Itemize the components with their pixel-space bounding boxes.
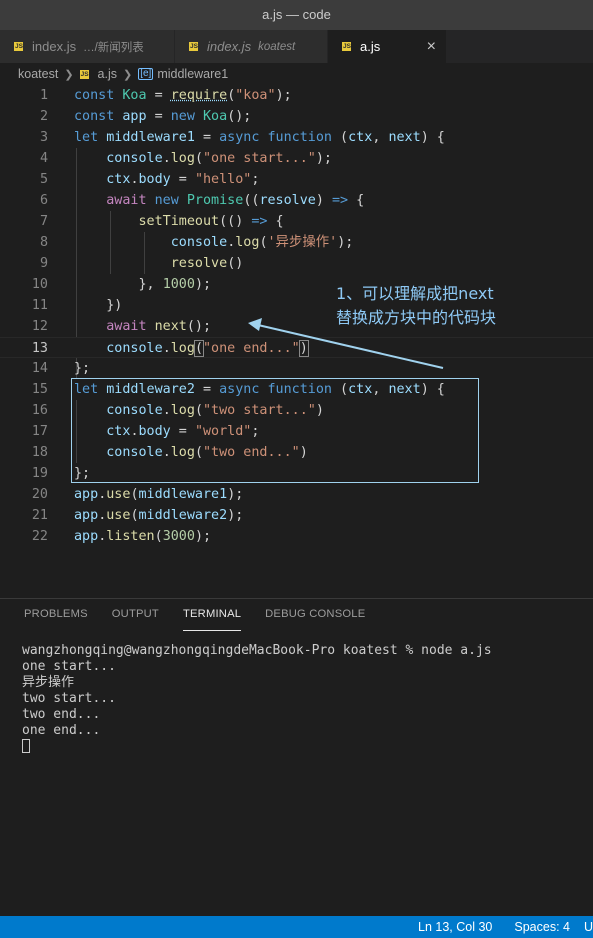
tab-label: index.js — [207, 39, 252, 54]
breadcrumb: koatest ❯ JS a.js ❯ [e] middleware1 — [0, 63, 593, 85]
js-file-icon: JS — [14, 42, 23, 51]
tab-label: a.js — [360, 39, 381, 54]
annotation-line-1: 1、可以理解成把next — [336, 284, 494, 303]
breadcrumb-file[interactable]: a.js — [98, 67, 117, 81]
variable-symbol-icon: [e] — [138, 68, 154, 80]
terminal-output[interactable]: wangzhongqing@wangzhongqingdeMacBook-Pro… — [22, 643, 492, 756]
tab-description: koatest — [258, 40, 296, 53]
tab-terminal[interactable]: TERMINAL — [182, 599, 242, 631]
terminal-line: two end... — [22, 707, 101, 722]
close-icon[interactable]: × — [427, 38, 436, 56]
breadcrumb-folder[interactable]: koatest — [18, 67, 58, 81]
terminal-line: one end... — [22, 723, 101, 738]
terminal-cursor — [22, 739, 30, 753]
status-bar: Ln 13, Col 30 Spaces: 4 U — [0, 916, 593, 938]
tab-problems[interactable]: PROBLEMS — [24, 599, 88, 631]
tab-index-js-koatest[interactable]: JS index.js koatest — [175, 30, 328, 63]
tab-output[interactable]: OUTPUT — [112, 599, 159, 631]
panel-tab-bar: PROBLEMS OUTPUT TERMINAL DEBUG CONSOLE — [0, 599, 593, 631]
tab-debug-console[interactable]: DEBUG CONSOLE — [265, 599, 365, 631]
terminal-line: 异步操作 — [22, 675, 75, 690]
chevron-right-icon: ❯ — [122, 68, 133, 81]
annotation-note: 1、可以理解成把next 替换成方块中的代码块 — [336, 282, 496, 330]
chevron-right-icon: ❯ — [64, 68, 74, 81]
encoding-setting[interactable]: U — [584, 920, 593, 934]
tab-label: index.js — [32, 39, 77, 54]
terminal-line: two start... — [22, 691, 116, 706]
terminal-line: one start... — [22, 659, 116, 674]
tab-description: …/新闻列表 — [83, 41, 144, 54]
indentation-setting[interactable]: Spaces: 4 — [514, 920, 570, 934]
annotation-line-2: 替换成方块中的代码块 — [336, 308, 497, 327]
cursor-position[interactable]: Ln 13, Col 30 — [418, 920, 492, 934]
js-file-icon: JS — [189, 42, 198, 51]
annotation-arrow — [248, 318, 444, 369]
breadcrumb-symbol[interactable]: middleware1 — [157, 67, 228, 81]
editor-tab-bar: JS index.js …/新闻列表 JS index.js koatest J… — [0, 30, 593, 63]
js-file-icon: JS — [79, 69, 89, 79]
tab-a-js[interactable]: JS a.js × — [328, 30, 447, 63]
terminal-line: wangzhongqing@wangzhongqingdeMacBook-Pro… — [22, 643, 492, 658]
bottom-panel: PROBLEMS OUTPUT TERMINAL DEBUG CONSOLE w… — [0, 598, 593, 916]
js-file-icon: JS — [342, 42, 351, 51]
window-title: a.js — code — [0, 0, 593, 30]
tab-index-js-news[interactable]: JS index.js …/新闻列表 — [0, 30, 175, 63]
